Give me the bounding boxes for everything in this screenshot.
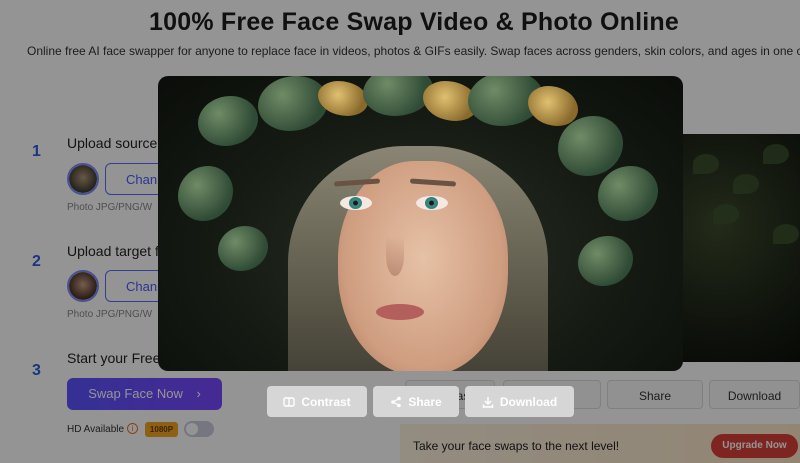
contrast-label: Contrast [301, 394, 351, 409]
face-swap-result-image [158, 76, 683, 371]
share-label: Share [408, 394, 442, 409]
download-button[interactable]: Download [465, 386, 574, 417]
contrast-button[interactable]: Contrast [267, 386, 367, 417]
share-button[interactable]: Share [373, 386, 459, 417]
download-label: Download [499, 394, 558, 409]
download-icon [482, 396, 494, 408]
contrast-icon [283, 396, 296, 407]
share-icon [391, 396, 402, 407]
